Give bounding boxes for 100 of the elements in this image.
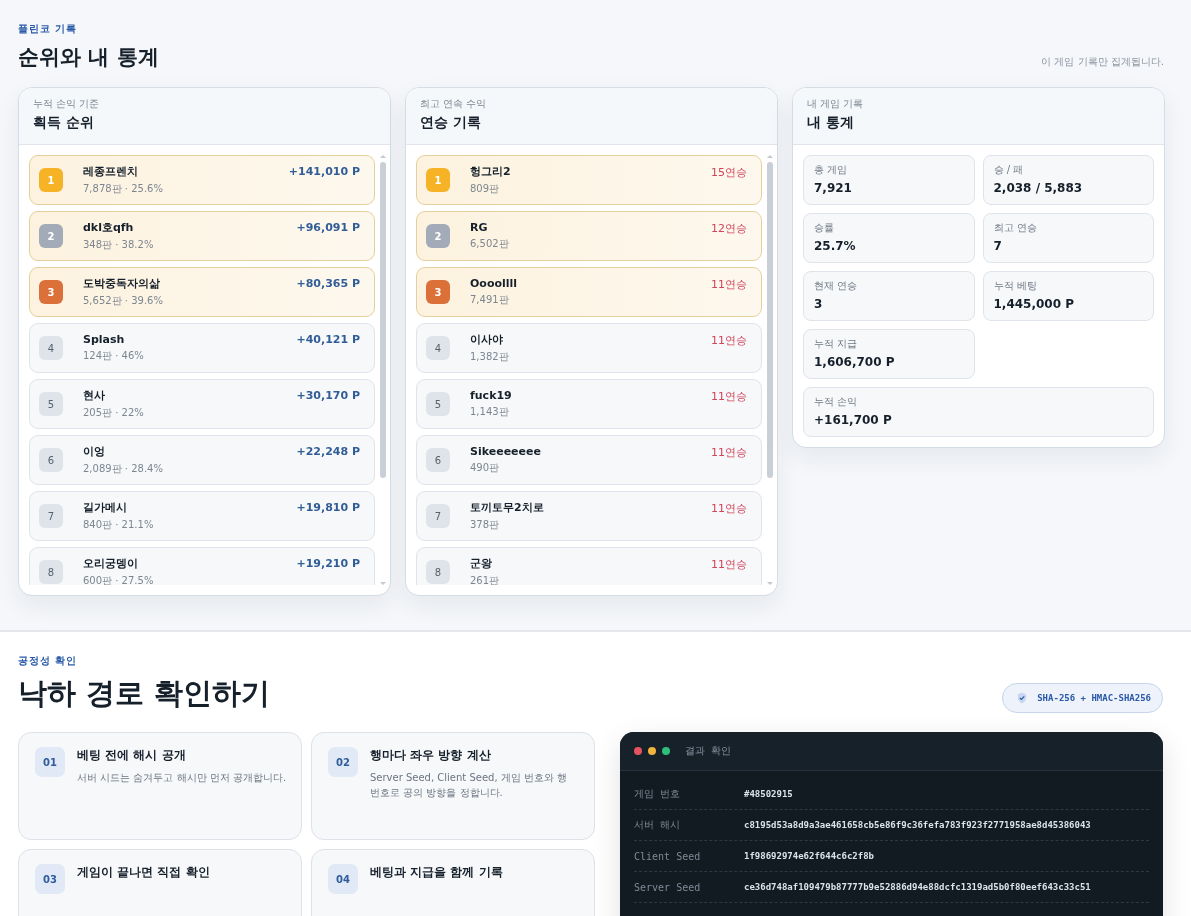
player-name: 이엉	[83, 444, 106, 459]
streak-text: 15연승	[711, 165, 747, 180]
player-name: 현사	[83, 388, 106, 403]
streak-text: 11연승	[711, 389, 747, 404]
field-value: ce36d748af109479b87777b9e52886d94e88dcfc1319ad5b0f80eef643c33c51	[744, 882, 1091, 892]
field-label: 서버 해시	[634, 818, 682, 832]
rank-badge: 8	[39, 560, 63, 584]
step-description: Server Seed, Client Seed, 게임 번호와 행 번호로 공의 방향을 정합니다.	[370, 771, 569, 800]
rank-badge: 5	[39, 392, 63, 416]
player-name: RG	[470, 221, 489, 234]
ranking-row[interactable]: 2 RG 6,502판 12연승	[416, 211, 762, 261]
ranking-row[interactable]: 1 헝그리2 809판 15연승	[416, 155, 762, 205]
profit-text: +80,365 P	[296, 277, 360, 290]
record-text: 261판	[470, 574, 501, 585]
section-title: 순위와 내 통계	[18, 44, 159, 71]
scroll-down-icon	[766, 582, 773, 585]
field-value: 1f98692974e62f644c6c2f8b	[744, 851, 875, 861]
section-eyebrow: 플린코 기록	[18, 22, 79, 36]
ranking-row[interactable]: 8 오리궁뎅이 600판 · 27.5% +19,210 P	[29, 547, 375, 585]
step-title: 베팅 전에 해시 공개	[77, 747, 187, 764]
profit-text: +96,091 P	[296, 221, 360, 234]
stat-label: 승률	[814, 221, 835, 235]
ranking-row[interactable]: 7 길가메시 840판 · 21.1% +19,810 P	[29, 491, 375, 541]
step-number: 01	[35, 747, 65, 777]
stat-value: 25.7%	[814, 239, 857, 253]
record-text: 809판	[470, 182, 501, 196]
ranking-row[interactable]: 5 현사 205판 · 22% +30,170 P	[29, 379, 375, 429]
ranking-row[interactable]: 4 Splash 124판 · 46% +40,121 P	[29, 323, 375, 373]
scroll-down-icon	[379, 582, 386, 585]
stat-value: 1,445,000 P	[993, 297, 1076, 311]
record-text: 205판 · 22%	[83, 406, 145, 420]
panel-title: 획득 순위	[33, 114, 95, 132]
stat-label: 승 / 패	[993, 163, 1025, 177]
ranking-row[interactable]: 4 이사야 1,382판 11연승	[416, 323, 762, 373]
profit-text: +30,170 P	[296, 389, 360, 402]
scroll-up-icon	[766, 155, 773, 158]
rank-badge: 6	[426, 448, 450, 472]
step-number: 03	[35, 864, 65, 894]
panel-title: 연승 기록	[420, 114, 482, 132]
rank-badge: 7	[426, 504, 450, 528]
stat-label: 누적 손익	[814, 395, 859, 409]
scroll-up-icon	[379, 155, 386, 158]
player-name: fuck19	[470, 389, 513, 402]
window-dot-icon	[648, 747, 656, 755]
record-text: 6,502판	[470, 237, 510, 251]
stat-value: 1,606,700 P	[814, 355, 896, 369]
ranking-row[interactable]: 3 Oooollll 7,491판 11연승	[416, 267, 762, 317]
record-text: 7,878판 · 25.6%	[83, 182, 164, 196]
streak-text: 12연승	[711, 221, 747, 236]
rank-badge: 3	[39, 280, 63, 304]
step-title: 게임이 끝나면 직접 확인	[77, 864, 210, 881]
rank-badge: 2	[426, 224, 450, 248]
section-note: 이 게임 기록만 집계됩니다.	[1041, 55, 1164, 69]
profit-text: +19,810 P	[296, 501, 360, 514]
ranking-row[interactable]: 2 dkl호qfh 348판 · 38.2% +96,091 P	[29, 211, 375, 261]
record-text: 600판 · 27.5%	[83, 574, 155, 585]
rank-badge: 6	[39, 448, 63, 472]
stat-label: 총 게임	[814, 163, 849, 177]
rank-badge: 4	[39, 336, 63, 360]
scrollbar-thumb[interactable]	[766, 162, 773, 478]
ranking-row[interactable]: 3 도박중독자의삶 5,652판 · 39.6% +80,365 P	[29, 267, 375, 317]
player-name: 이사야	[470, 332, 504, 347]
profit-text: +19,210 P	[296, 557, 360, 570]
streak-text: 11연승	[711, 333, 747, 348]
stat-value: +161,700 P	[814, 413, 893, 427]
ranking-row[interactable]: 1 레종프렌치 7,878판 · 25.6% +141,010 P	[29, 155, 375, 205]
stat-value: 7	[993, 239, 1003, 253]
window-title: 결과 확인	[685, 744, 732, 758]
scrollbar-thumb[interactable]	[379, 162, 386, 478]
record-text: 1,382판	[470, 350, 510, 364]
streak-text: 11연승	[711, 557, 747, 572]
field-label: Client Seed	[634, 850, 702, 862]
player-name: dkl호qfh	[83, 220, 135, 235]
step-description: 서버 시드는 숨겨두고 해시만 먼저 공개합니다.	[77, 771, 287, 785]
ranking-row[interactable]: 8 군왕 261판 11연승	[416, 547, 762, 585]
rank-badge: 5	[426, 392, 450, 416]
player-name: 군왕	[470, 556, 493, 571]
player-name: Oooollll	[470, 277, 519, 290]
record-text: 124판 · 46%	[83, 349, 145, 363]
rank-badge: 7	[39, 504, 63, 528]
record-text: 348판 · 38.2%	[83, 238, 155, 252]
ranking-row[interactable]: 6 Sikeeeeeee 490판 11연승	[416, 435, 762, 485]
rank-badge: 4	[426, 336, 450, 360]
panel-subtitle: 최고 연속 수익	[420, 97, 488, 111]
section-eyebrow: 공정성 확인	[18, 654, 79, 668]
player-name: 길가메시	[83, 500, 128, 515]
streak-text: 11연승	[711, 445, 747, 460]
ranking-row[interactable]: 5 fuck19 1,143판 11연승	[416, 379, 762, 429]
field-label: Server Seed	[634, 881, 702, 893]
player-name: 오리궁뎅이	[83, 556, 139, 571]
panel-title: 내 통계	[807, 114, 855, 132]
ranking-row[interactable]: 6 이엉 2,089판 · 28.4% +22,248 P	[29, 435, 375, 485]
record-text: 1,143판	[470, 405, 510, 419]
ranking-row[interactable]: 7 토끼토무2치로 378판 11연승	[416, 491, 762, 541]
field-label: 게임 번호	[634, 787, 682, 801]
field-value: #48502915	[744, 789, 793, 799]
player-name: 헝그리2	[470, 164, 512, 179]
section-title: 낙하 경로 확인하기	[18, 675, 271, 712]
rank-badge: 2	[39, 224, 63, 248]
step-title: 베팅과 지급을 함께 기록	[370, 864, 503, 881]
